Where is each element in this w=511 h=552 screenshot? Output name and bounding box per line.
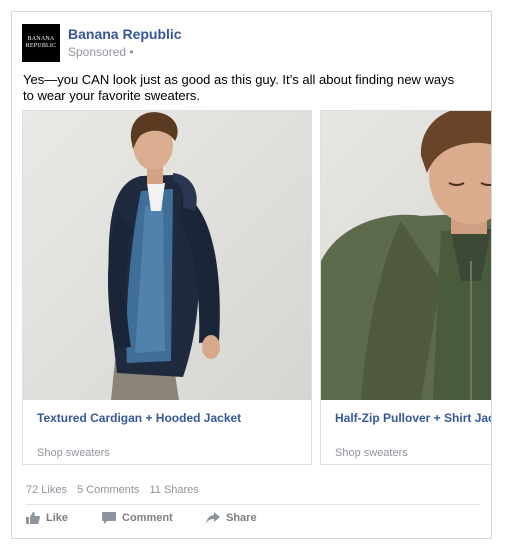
- engagement-stats: 72 Likes 5 Comments 11 Shares: [26, 484, 206, 496]
- advertiser-logo[interactable]: BANANA REPUBLIC: [22, 24, 60, 62]
- like-button[interactable]: Like: [26, 512, 68, 524]
- post-caption: Yes—you CAN look just as good as this gu…: [23, 72, 455, 103]
- carousel-card[interactable]: Half-Zip Pullover + Shirt Jacket Shop sw…: [320, 110, 491, 465]
- post-actions: Like Comment Share: [26, 512, 480, 532]
- product-image[interactable]: [23, 111, 311, 400]
- thumbs-up-icon: [26, 512, 40, 524]
- comment-button[interactable]: Comment: [102, 512, 173, 524]
- shares-count[interactable]: 11 Shares: [149, 484, 198, 496]
- sponsored-post: BANANA REPUBLIC Banana Republic Sponsore…: [11, 11, 492, 539]
- logo-text-line1: BANANA: [27, 36, 55, 42]
- share-label: Share: [226, 512, 257, 524]
- card-cta-link[interactable]: Shop sweaters: [335, 447, 408, 459]
- comment-icon: [102, 512, 116, 524]
- advertiser-name[interactable]: Banana Republic: [68, 26, 182, 42]
- likes-count[interactable]: 72 Likes: [26, 484, 67, 496]
- share-icon: [206, 512, 220, 524]
- share-button[interactable]: Share: [206, 512, 257, 524]
- divider: [26, 504, 480, 505]
- carousel-card[interactable]: Textured Cardigan + Hooded Jacket Shop s…: [22, 110, 312, 465]
- card-title[interactable]: Textured Cardigan + Hooded Jacket: [37, 411, 241, 425]
- post-header: BANANA REPUBLIC Banana Republic Sponsore…: [22, 24, 462, 62]
- comments-count[interactable]: 5 Comments: [77, 484, 139, 496]
- logo-text-line2: REPUBLIC: [25, 43, 57, 49]
- sponsored-label[interactable]: Sponsored •: [68, 45, 134, 59]
- card-cta-link[interactable]: Shop sweaters: [37, 447, 110, 459]
- comment-label: Comment: [122, 512, 173, 524]
- ad-carousel[interactable]: Textured Cardigan + Hooded Jacket Shop s…: [22, 110, 491, 466]
- like-label: Like: [46, 512, 69, 524]
- card-title[interactable]: Half-Zip Pullover + Shirt Jacket: [335, 411, 491, 425]
- product-image[interactable]: [321, 111, 491, 400]
